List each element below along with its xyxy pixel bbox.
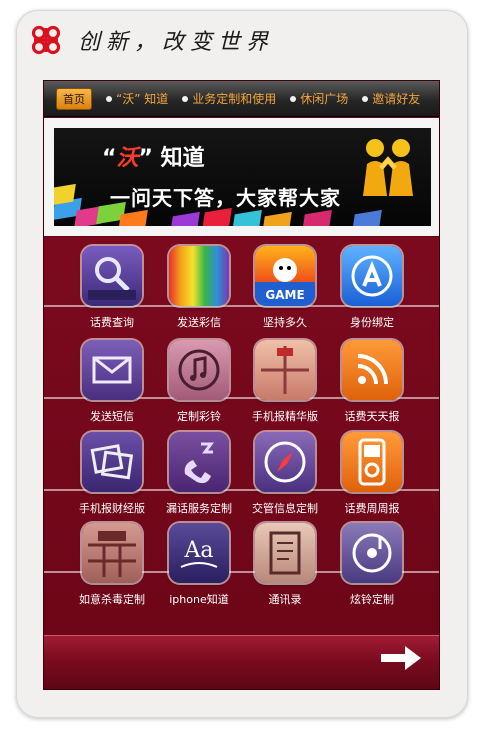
tile-label: 通讯录 <box>268 593 302 606</box>
service-grid: 话费查询 发送彩信 GAME 坚持多久 身份绑定 发送短信 定制彩铃 手机报精华… <box>44 237 439 635</box>
rss-icon <box>342 340 402 400</box>
tile-label: 话费周周报 <box>344 502 400 515</box>
nav-item-label: 休闲广场 <box>300 92 349 106</box>
tile-news-digest[interactable]: 手机报精华版 <box>242 334 328 426</box>
nav-item-leisure[interactable]: 休闲广场 <box>290 90 348 107</box>
tile-label: 手机报精华版 <box>252 410 318 423</box>
tile-traffic-info[interactable]: 交管信息定制 <box>242 426 328 518</box>
newspaper-icon <box>255 340 315 400</box>
tile-label: 身份绑定 <box>350 316 394 329</box>
nav-home-button[interactable]: 首页 <box>56 87 92 110</box>
nav-item-invite[interactable]: 邀请好友 <box>362 90 420 107</box>
missed-call-icon <box>169 432 229 492</box>
nav-item-label: 业务定制和使用 <box>192 92 277 106</box>
tile-daily-bill[interactable]: 话费天天报 <box>329 334 415 426</box>
ipod-icon <box>342 432 402 492</box>
tile-label: 定制彩铃 <box>177 410 221 423</box>
app-screen: 首页 “沃” 知道 业务定制和使用 休闲广场 邀请好友 “沃” 知道 一问天下答… <box>43 80 440 690</box>
banner-title-highlight: 沃 <box>116 146 139 171</box>
tile-id-binding[interactable]: 身份绑定 <box>329 240 415 332</box>
banner-title-open: “ <box>102 146 117 171</box>
tile-label: 如意杀毒定制 <box>79 593 145 606</box>
tile-send-mms[interactable]: 发送彩信 <box>156 240 242 332</box>
banner-container: “沃” 知道 一问天下答，大家帮大家 <box>44 118 439 236</box>
bullet-icon <box>290 95 297 102</box>
nav-item-wo-zhidao[interactable]: “沃” 知道 <box>106 90 168 107</box>
tile-label: 交管信息定制 <box>252 502 318 515</box>
cube-decoration <box>302 209 332 226</box>
bullet-icon <box>362 95 369 102</box>
slogan-text: 创新，改变世界 <box>78 30 275 55</box>
top-nav-bar: 首页 “沃” 知道 业务定制和使用 休闲广场 邀请好友 <box>44 81 439 117</box>
photos-icon <box>82 432 142 492</box>
banner-title: “沃” 知道 <box>102 140 205 172</box>
tile-label: 话费天天报 <box>344 410 400 423</box>
ringtone-disc-icon <box>342 523 402 583</box>
tile-game[interactable]: GAME 坚持多久 <box>242 240 328 332</box>
tile-antivirus[interactable]: 如意杀毒定制 <box>69 517 155 609</box>
tile-weekly-bill[interactable]: 话费周周报 <box>329 426 415 518</box>
envelope-icon <box>82 340 142 400</box>
tile-label: 发送彩信 <box>177 316 221 329</box>
tile-finance-news[interactable]: 手机报财经版 <box>69 426 155 518</box>
nav-item-label: 邀请好友 <box>372 92 421 106</box>
tile-missed-call[interactable]: 漏话服务定制 <box>156 426 242 518</box>
promo-banner[interactable]: “沃” 知道 一问天下答，大家帮大家 <box>54 128 431 226</box>
bottom-bar <box>44 635 439 689</box>
tile-label: iphone知道 <box>169 593 229 606</box>
tile-label: 手机报财经版 <box>79 502 145 515</box>
bullet-icon <box>182 95 189 102</box>
app-store-icon <box>342 246 402 306</box>
svg-text:GAME: GAME <box>265 288 304 302</box>
cube-decoration <box>170 211 200 226</box>
tile-iphone-zhidao[interactable]: Aa iphone知道 <box>156 517 242 609</box>
antivirus-icon <box>82 523 142 583</box>
tile-contacts[interactable]: 通讯录 <box>242 517 328 609</box>
tile-label: 炫铃定制 <box>350 593 394 606</box>
nav-item-business[interactable]: 业务定制和使用 <box>182 90 276 107</box>
game-icon: GAME <box>255 246 315 306</box>
svg-text:Aa: Aa <box>183 538 213 563</box>
cube-decoration <box>232 209 262 226</box>
tile-send-sms[interactable]: 发送短信 <box>69 334 155 426</box>
mms-viewer-icon <box>82 246 142 306</box>
banner-subtitle: 一问天下答，大家帮大家 <box>110 186 341 210</box>
banner-title-close: ” 知道 <box>138 146 205 171</box>
compass-icon <box>255 432 315 492</box>
tile-cool-ringtone[interactable]: 炫铃定制 <box>329 517 415 609</box>
people-helping-icon <box>363 139 413 196</box>
unicom-logo-icon <box>31 25 61 55</box>
tile-label: 发送短信 <box>90 410 134 423</box>
tile-label: 漏话服务定制 <box>166 502 232 515</box>
cube-decoration <box>262 211 292 226</box>
nav-item-label: “沃” 知道 <box>116 92 169 106</box>
tile-ringback-tone[interactable]: 定制彩铃 <box>156 334 242 426</box>
brand-header: 创新，改变世界 <box>28 22 274 58</box>
next-arrow-icon[interactable] <box>379 644 423 672</box>
dictionary-icon: Aa <box>169 523 229 583</box>
music-note-icon <box>169 340 229 400</box>
tile-balance-query[interactable]: 话费查询 <box>69 240 155 332</box>
bullet-icon <box>106 95 112 102</box>
tile-label: 话费查询 <box>90 316 134 329</box>
cube-decoration <box>352 209 382 226</box>
tile-label: 坚持多久 <box>263 316 307 329</box>
contacts-icon <box>255 523 315 583</box>
rainbow-icon <box>169 246 229 306</box>
